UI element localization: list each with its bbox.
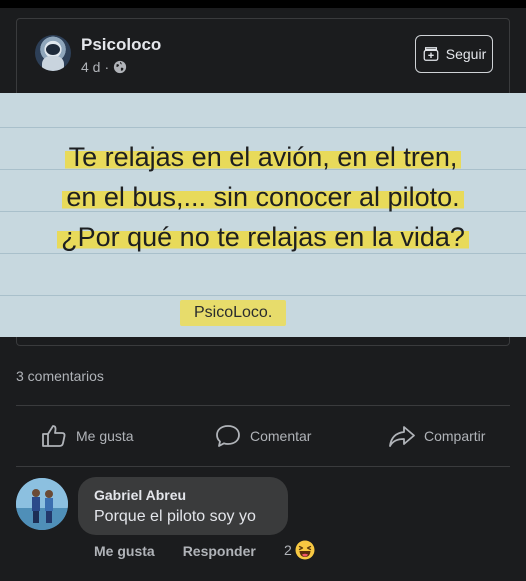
quote-line-3: ¿Por qué no te relajas en la vida? — [57, 222, 469, 252]
follow-button[interactable]: Seguir — [415, 35, 493, 73]
quote-line-1: Te relajas en el avión, en el tren, — [64, 142, 462, 172]
reaction-count: 2 — [284, 542, 292, 558]
comment-reply-button[interactable]: Responder — [183, 543, 256, 559]
share-button[interactable]: Compartir — [388, 420, 485, 452]
thumbs-up-icon — [42, 425, 66, 447]
post-time[interactable]: 4 d — [81, 59, 100, 75]
actions-divider — [16, 466, 510, 467]
quote-line-2: en el bus,... sin conocer al piloto. — [62, 182, 464, 212]
comment-bubble-icon — [216, 425, 240, 447]
share-arrow-icon — [389, 426, 415, 447]
comment-button[interactable]: Comentar — [214, 420, 311, 452]
comment-actions: Me gusta Responder — [94, 543, 256, 559]
stats-divider — [16, 405, 510, 406]
share-label: Compartir — [424, 428, 486, 444]
paper-line — [0, 295, 526, 296]
commenter-photo — [16, 478, 68, 530]
image-signature: PsicoLoco. — [180, 300, 287, 326]
top-edge-bar — [0, 0, 526, 8]
follow-page-icon — [423, 47, 439, 61]
comments-count[interactable]: 3 comentarios — [16, 368, 104, 384]
comment-label: Comentar — [250, 428, 312, 444]
page-avatar[interactable] — [35, 35, 71, 71]
post-image[interactable]: Te relajas en el avión, en el tren, en e… — [0, 93, 526, 337]
comment-text: Porque el piloto soy yo — [94, 508, 256, 525]
commenter-avatar[interactable] — [16, 478, 68, 530]
comment-reactions[interactable]: 2 — [284, 540, 315, 560]
meta-separator: · — [104, 59, 110, 75]
globe-icon — [114, 60, 127, 74]
page-name[interactable]: Psicoloco — [81, 35, 161, 55]
paper-line — [0, 127, 526, 128]
like-button[interactable]: Me gusta — [40, 420, 134, 452]
astronaut-body — [42, 56, 64, 71]
like-label: Me gusta — [76, 428, 134, 444]
quote-text: Te relajas en el avión, en el tren, en e… — [0, 137, 526, 257]
post-meta: 4 d · — [81, 59, 127, 75]
comment-bubble[interactable]: Gabriel Abreu Porque el piloto soy yo — [78, 477, 288, 535]
commenter-name[interactable]: Gabriel Abreu — [94, 487, 186, 503]
haha-emoji-icon — [295, 540, 315, 560]
comment-like-button[interactable]: Me gusta — [94, 543, 155, 559]
follow-label: Seguir — [445, 46, 487, 62]
astronaut-visor — [46, 44, 60, 55]
